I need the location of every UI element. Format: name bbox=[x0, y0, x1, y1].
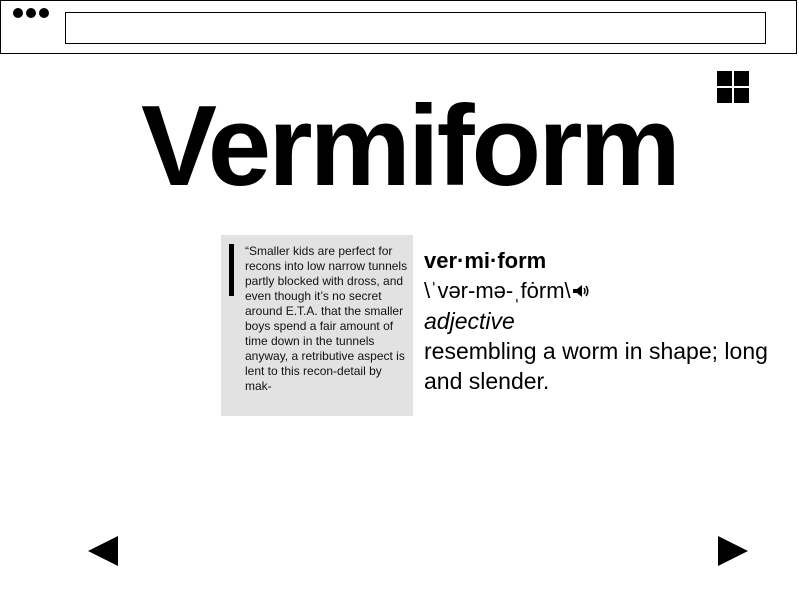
speaker-icon[interactable] bbox=[572, 284, 590, 298]
address-bar[interactable] bbox=[65, 12, 766, 44]
definition-text: resembling a worm in shape; long and sle… bbox=[424, 338, 768, 394]
window-dot[interactable] bbox=[13, 8, 23, 18]
quote-card: “Smaller kids are perfect for recons int… bbox=[221, 235, 413, 416]
browser-toolbar bbox=[0, 0, 797, 54]
part-of-speech: adjective bbox=[424, 308, 515, 334]
page-title: Vermiform bbox=[141, 83, 681, 210]
headword: ver·mi·form bbox=[424, 248, 547, 273]
window-dot[interactable] bbox=[26, 8, 36, 18]
pronunciation-row: \ˈvər-mə-ˌfȯrm\ bbox=[424, 276, 784, 306]
arrow-left-icon[interactable] bbox=[88, 536, 118, 566]
pronunciation-text: \ˈvər-mə-ˌfȯrm\ bbox=[424, 278, 571, 303]
arrow-right-icon[interactable] bbox=[718, 536, 748, 566]
quote-mark-bar bbox=[229, 244, 234, 296]
window-dot[interactable] bbox=[39, 8, 49, 18]
definition-panel: ver·mi·form \ˈvər-mə-ˌfȯrm\ adjective re… bbox=[424, 246, 784, 396]
quote-text: “Smaller kids are perfect for recons int… bbox=[245, 244, 408, 393]
window-controls-icon[interactable] bbox=[13, 8, 49, 18]
